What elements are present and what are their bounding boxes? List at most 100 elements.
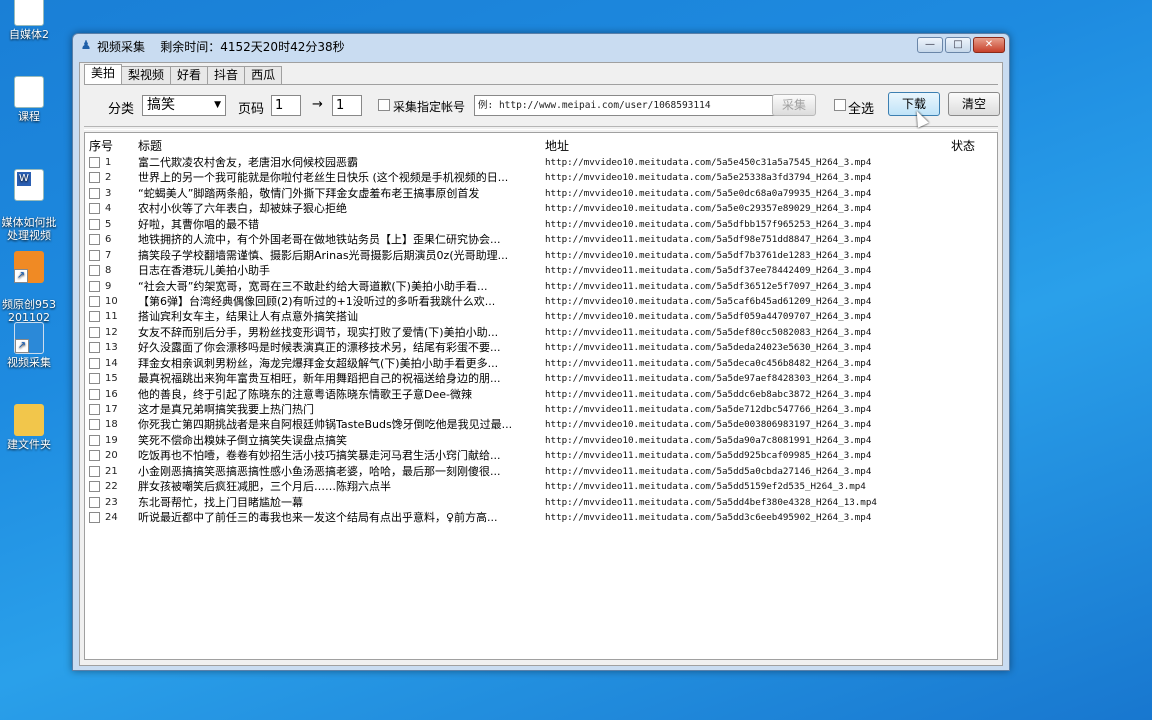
row-title: 胖女孩被嘲笑后疯狂减肥，三个月后……陈翔六点半: [138, 480, 391, 494]
desktop-icon-label: 自媒体2: [9, 28, 49, 41]
table-row[interactable]: 1 富二代欺凌农村舍友，老唐泪水伺候校园恶霸 http://mvvideo10.me…: [85, 155, 997, 170]
row-checkbox[interactable]: [89, 187, 100, 199]
row-checkbox[interactable]: [89, 450, 100, 462]
row-number: 18: [105, 419, 118, 431]
row-checkbox[interactable]: [89, 311, 100, 323]
account-url-input[interactable]: 例: http://www.meipai.com/user/1068593114: [474, 95, 776, 116]
table-row[interactable]: 15 最真祝福跳出来狗年富贵互相旺，新年用舞蹈把自己的祝福送给身边的朋... htt…: [85, 371, 997, 386]
list-header: 序号 标题 地址 状态: [85, 133, 997, 155]
row-number: 5: [105, 218, 112, 230]
row-checkbox[interactable]: [89, 172, 100, 184]
close-button[interactable]: ✕: [973, 37, 1005, 53]
row-number: 1: [105, 157, 112, 168]
row-address: http://mvvideo11.meitudata.com/5a5ddc6eb…: [545, 388, 872, 400]
row-checkbox[interactable]: [89, 434, 100, 446]
row-address: http://mvvideo11.meitudata.com/5a5deca0c…: [545, 357, 872, 369]
table-row[interactable]: 10 【第6弹】台湾经典偶像回顾(2)有听过的+1没听过的多听看我跳什么欢... h…: [85, 294, 997, 309]
table-row[interactable]: 11 搭讪宾利女车主，结果让人有点意外搞笑搭讪 http://mvvideo10.m…: [85, 309, 997, 324]
tab-meipai[interactable]: 美拍: [84, 64, 123, 84]
row-checkbox[interactable]: [89, 265, 100, 277]
table-row[interactable]: 6 地铁拥挤的人流中，有个外国老哥在做地铁站务员【上】歪果仁研究协会... http…: [85, 232, 997, 247]
row-checkbox[interactable]: [89, 342, 100, 354]
desktop-icon-media2[interactable]: 自媒体2: [0, 0, 58, 41]
row-title: 笑死不偿命出糗妹子倒立搞笑失误盘点搞笑: [138, 433, 347, 447]
table-row[interactable]: 3 “蛇蝎美人”脚踏两条船，敬情门外撕下拜金女虚羞布老王搞事原创首发 http://…: [85, 186, 997, 201]
row-checkbox[interactable]: [89, 280, 100, 292]
collect-button[interactable]: 采集: [772, 94, 816, 116]
table-row[interactable]: 18 你死我亡第四期挑战者是来自阿根廷帅锅TasteBuds馋牙倒吃他是我见过最.…: [85, 417, 997, 432]
row-checkbox[interactable]: [89, 357, 100, 369]
table-row[interactable]: 9 “社会大哥”约架宽哥，宽哥在三不敢赴约给大哥道歉(下)美拍小助手看... htt…: [85, 279, 997, 294]
row-number: 17: [105, 404, 118, 415]
row-number: 3: [105, 187, 112, 199]
minimize-button[interactable]: —: [917, 37, 943, 53]
row-title: 你死我亡第四期挑战者是来自阿根廷帅锅TasteBuds馋牙倒吃他是我见过最...: [138, 418, 513, 432]
table-row[interactable]: 14 拜金女相亲讽刺男粉丝，海龙完爆拜金女超级解气(下)美拍小助手看更多... ht…: [85, 356, 997, 371]
header-title[interactable]: 标题: [138, 137, 162, 154]
row-number: 16: [105, 388, 118, 400]
row-checkbox[interactable]: [89, 388, 100, 400]
page-to-input[interactable]: 1: [332, 95, 362, 116]
table-row[interactable]: 13 好久没露面了你会漂移吗是时候表演真正的漂移技术另，结尾有彩蛋不要... htt…: [85, 340, 997, 355]
row-checkbox[interactable]: [89, 419, 100, 431]
row-checkbox[interactable]: [89, 326, 100, 338]
row-address: http://mvvideo11.meitudata.com/5a5dd4bef…: [545, 496, 877, 508]
row-checkbox[interactable]: [89, 512, 100, 524]
document-icon: [14, 0, 44, 26]
table-row[interactable]: 22 胖女孩被嘲笑后疯狂减肥，三个月后……陈翔六点半 http://mvvideo1…: [85, 479, 997, 494]
row-address: http://mvvideo10.meitudata.com/5a5e0dc68…: [545, 187, 872, 199]
desktop-icon-new-folder[interactable]: 建文件夹: [0, 404, 58, 451]
row-number: 19: [105, 434, 118, 446]
dropdown-arrow-icon: ▼: [214, 100, 221, 110]
tab-strip: 美拍 梨视频 好看 抖音 西瓜: [84, 64, 283, 84]
tab-douyin[interactable]: 抖音: [207, 66, 246, 84]
row-checkbox[interactable]: [89, 373, 100, 385]
table-row[interactable]: 5 好啦，其曹你唱的最不错 http://mvvideo10.meitudata.c…: [85, 217, 997, 232]
tab-haokan[interactable]: 好看: [170, 66, 209, 84]
row-checkbox[interactable]: [89, 203, 100, 215]
row-checkbox[interactable]: [89, 157, 100, 168]
row-title: 小金刚恶搞搞笑恶搞恶搞性感小鱼汤恶搞老婆，哈哈，最后那一刻刚傻很...: [138, 464, 501, 478]
header-no[interactable]: 序号: [89, 137, 113, 154]
maximize-button[interactable]: □: [945, 37, 971, 53]
table-row[interactable]: 21 小金刚恶搞搞笑恶搞恶搞性感小鱼汤恶搞老婆，哈哈，最后那一刻刚傻很... htt…: [85, 464, 997, 479]
title-bar[interactable]: ♟ 视频采集 剩余时间：4152天20时42分38秒 — □ ✕: [73, 34, 1009, 58]
table-row[interactable]: 16 他的善良，终于引起了陈晓东的注意粤语陈晓东情歌王子意Dee-微辣 http:/…: [85, 387, 997, 402]
table-row[interactable]: 7 搞笑段子学校翻墙需谨慎、摄影后期Arinas光哥摄影后期演员0z(光哥助理..…: [85, 248, 997, 263]
window-title: 视频采集 剩余时间：4152天20时42分38秒: [97, 40, 345, 54]
select-all-checkbox[interactable]: [834, 99, 846, 111]
row-checkbox[interactable]: [89, 234, 100, 246]
table-row[interactable]: 12 女友不辞而别后分手，男粉丝找变形调节，现实打败了爱情(下)美拍小助... ht…: [85, 325, 997, 340]
table-row[interactable]: 4 农村小伙等了六年表白，却被妹子狠心拒绝 http://mvvideo10.mei…: [85, 201, 997, 216]
table-row[interactable]: 23 东北哥帮忙，找上门目睹尴尬一幕 http://mvvideo11.meitud…: [85, 495, 997, 510]
table-row[interactable]: 24 听说最近都中了前任三的毒我也来一发这个结局有点出乎意料，♀前方高... htt…: [85, 510, 997, 525]
table-row[interactable]: 8 日志在香港玩儿美拍小助手 http://mvvideo11.meitudata.…: [85, 263, 997, 278]
table-row[interactable]: 17 这才是真兄弟啊搞笑我要上热门热门 http://mvvideo11.meitu…: [85, 402, 997, 417]
row-checkbox[interactable]: [89, 465, 100, 477]
desktop-icon-video-collect[interactable]: 视频采集: [0, 322, 58, 369]
tab-xigua[interactable]: 西瓜: [244, 66, 283, 84]
page-from-input[interactable]: 1: [271, 95, 301, 116]
row-checkbox[interactable]: [89, 249, 100, 261]
header-status[interactable]: 状态: [951, 137, 975, 154]
table-row[interactable]: 20 吃饭再也不怕噎，卷卷有妙招生活小技巧搞笑暴走河马君生活小窍门献给... htt…: [85, 448, 997, 463]
video-list[interactable]: 序号 标题 地址 状态 1 富二代欺凌农村舍友，老唐泪水伺候校园恶霸 http://…: [84, 132, 998, 660]
category-select[interactable]: 搞笑 ▼: [142, 95, 226, 116]
page-label: 页码: [238, 102, 265, 117]
table-row[interactable]: 19 笑死不偿命出糗妹子倒立搞笑失误盘点搞笑 http://mvvideo10.me…: [85, 433, 997, 448]
desktop-icon-course[interactable]: 课程: [0, 76, 58, 123]
header-address[interactable]: 地址: [545, 137, 569, 154]
row-checkbox[interactable]: [89, 496, 100, 508]
row-address: http://mvvideo11.meitudata.com/5a5dd925b…: [545, 450, 872, 462]
clear-button[interactable]: 清空: [948, 92, 1000, 116]
row-checkbox[interactable]: [89, 481, 100, 493]
row-checkbox[interactable]: [89, 218, 100, 230]
row-number: 11: [105, 311, 118, 323]
desktop-icon-label: 课程: [18, 110, 40, 123]
table-row[interactable]: 2 世界上的另一个我可能就是你啦付老丝生日快乐 (这个视频是手机视频的日... ht…: [85, 170, 997, 185]
row-checkbox[interactable]: [89, 295, 100, 307]
row-checkbox[interactable]: [89, 404, 100, 415]
specific-account-checkbox[interactable]: [378, 99, 390, 111]
app-user-icon: ♟: [80, 38, 92, 52]
tab-pear-video[interactable]: 梨视频: [121, 66, 172, 84]
